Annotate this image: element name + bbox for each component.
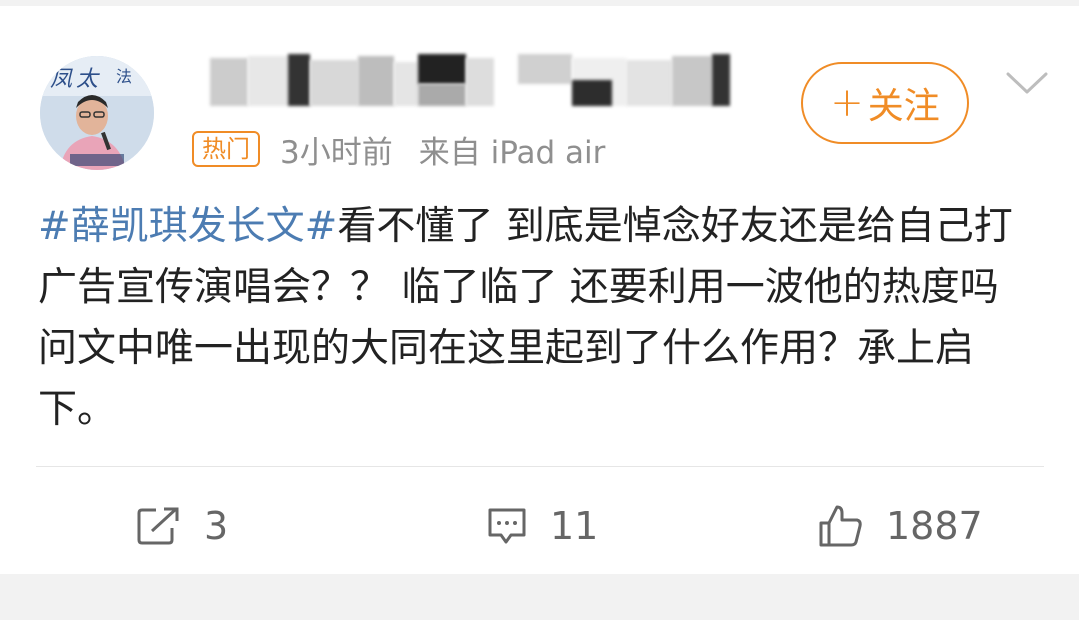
thumbs-up-icon [819,505,862,547]
divider [36,466,1044,467]
post-body: #薛凯琪发长文#看不懂了 到底是悼念好友还是给自己打广告宣传演唱会？？ 临了临了… [38,196,1048,440]
topic-hashtag-link[interactable]: #薛凯琪发长文# [38,204,337,249]
svg-text:法: 法 [116,67,132,86]
avatar[interactable]: 凤 太 法 [40,56,154,170]
post-source: 来自 iPad air [418,134,606,171]
comment-count: 11 [550,504,599,548]
share-icon [137,507,179,545]
like-button[interactable]: 1887 [818,496,983,556]
follow-button[interactable]: + 关注 [801,62,969,144]
share-button[interactable]: 3 [136,496,228,556]
avatar-image: 凤 太 法 [40,56,154,170]
follow-label: 关注 [867,86,940,127]
comment-icon [488,508,526,544]
username-blurred[interactable] [196,50,736,112]
plus-icon: + [830,80,864,126]
chevron-down-icon[interactable] [1004,68,1050,98]
hot-badge: 热门 [192,131,260,167]
post-time: 3小时前 [280,134,393,171]
weibo-post-card: 凤 太 法 + 关注 热门 3小时前 来自 iPad air #薛凯琪发长文#看… [0,6,1079,574]
like-count: 1887 [886,504,983,548]
svg-text:太: 太 [76,67,100,92]
share-count: 3 [204,504,229,548]
comment-button[interactable]: 11 [486,496,598,556]
post-meta: 热门 3小时前 来自 iPad air [192,124,631,174]
svg-text:凤: 凤 [50,67,73,92]
